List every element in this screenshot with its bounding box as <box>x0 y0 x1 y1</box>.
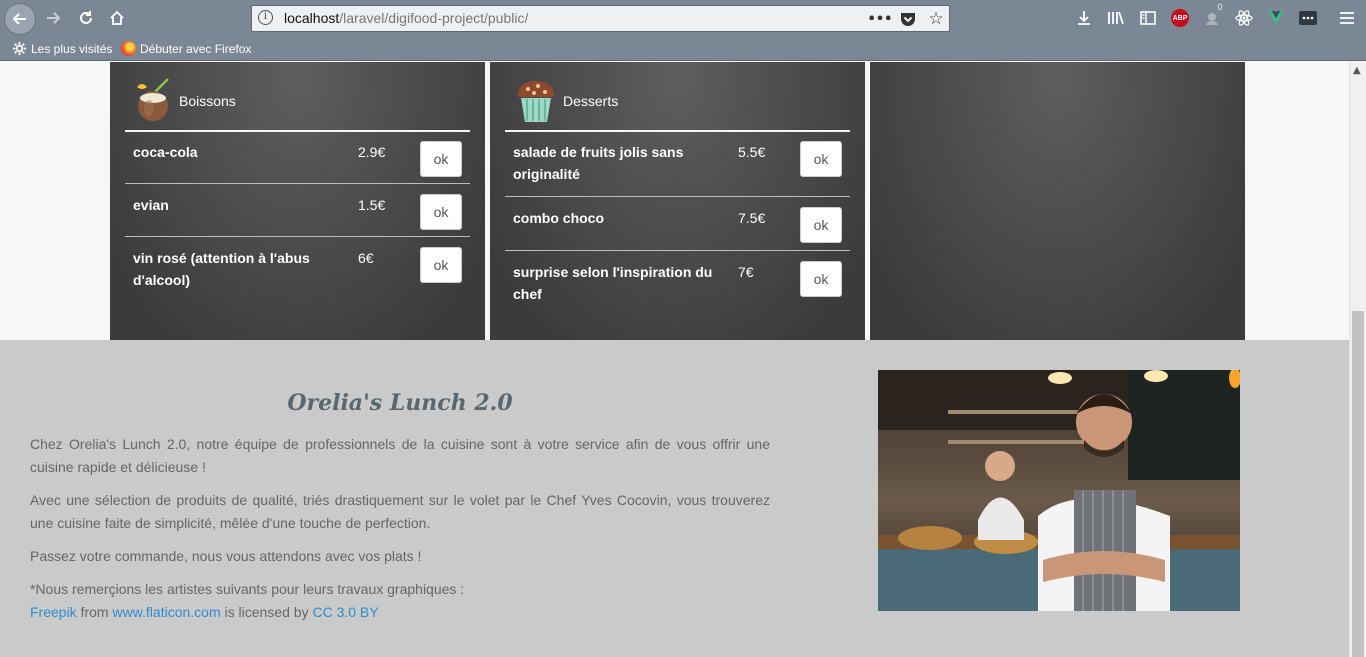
menu-item: salade de fruits jolis sans originalité … <box>505 131 850 197</box>
selection-paragraph: Avec une sélection de produits de qualit… <box>30 492 770 531</box>
menu-item: coca-cola 2.9€ ok <box>125 131 470 184</box>
url-bar[interactable]: i localhost/laravel/digifood-project/pub… <box>251 5 950 32</box>
back-button[interactable] <box>4 3 36 35</box>
add-to-order-button[interactable]: ok <box>800 141 842 177</box>
url-path: /laravel/digifood-project/public/ <box>339 10 529 26</box>
url-host: localhost <box>284 10 340 26</box>
coconut-drink-icon <box>137 78 169 121</box>
menu-item: combo choco 7.5€ ok <box>505 197 850 251</box>
item-price: 7€ <box>738 264 754 280</box>
adblock-icon[interactable]: ABP <box>1171 9 1189 27</box>
panel-header: Desserts <box>515 77 618 125</box>
footer: Orelia's Lunch 2.0 Chez Orelia's Lunch 2… <box>0 340 1349 657</box>
credit-licensed: is licensed by <box>220 604 313 620</box>
credits: *Nous remerçions les artistes suivants p… <box>30 578 630 624</box>
panel-title: Desserts <box>563 93 619 109</box>
item-name: combo choco <box>513 210 605 226</box>
add-to-order-button[interactable]: ok <box>420 247 462 283</box>
arrow-right-icon <box>47 12 61 24</box>
home-button[interactable] <box>102 4 132 32</box>
add-to-order-button[interactable]: ok <box>800 261 842 297</box>
add-to-order-button[interactable]: ok <box>420 194 462 230</box>
bookmarks-toolbar: Les plus visités Débuter avec Firefox <box>0 36 1366 61</box>
credit-from: from <box>76 604 113 620</box>
item-price: 2.9€ <box>358 144 386 160</box>
library-icon[interactable] <box>1104 6 1128 30</box>
sidebar-icon[interactable] <box>1136 6 1160 30</box>
bookmark-label: Débuter avec Firefox <box>140 41 252 56</box>
intro-paragraph: Chez Orelia's Lunch 2.0, notre équipe de… <box>30 436 770 475</box>
bookmark-label: Les plus visités <box>31 41 113 56</box>
info-icon[interactable]: i <box>258 10 273 25</box>
credit-line: Freepik from www.flaticon.com is license… <box>30 601 630 624</box>
item-price: 6€ <box>358 250 374 266</box>
hamburger-menu-icon[interactable] <box>1335 6 1359 30</box>
panel-header: Boissons <box>135 77 236 125</box>
scroll-up-icon[interactable]: ▲ <box>1353 65 1361 76</box>
scroll-thumb[interactable] <box>1352 311 1364 657</box>
extension-icon[interactable]: 0 <box>1200 3 1224 30</box>
home-icon <box>110 10 124 25</box>
downloads-icon[interactable] <box>1072 6 1096 30</box>
menu-item: vin rosé (attention à l'abus d'alcool) 6… <box>125 237 470 303</box>
bookmark-most-visited[interactable]: Les plus visités <box>12 41 112 56</box>
more-tools-icon[interactable] <box>1296 6 1320 30</box>
panel-title: Boissons <box>179 93 236 109</box>
credit-intro: *Nous remerçions les artistes suivants p… <box>30 581 465 597</box>
forward-button[interactable] <box>38 4 68 32</box>
item-name: vin rosé (attention à l'abus d'alcool) <box>133 250 310 288</box>
react-devtools-icon[interactable] <box>1232 6 1256 30</box>
add-to-order-button[interactable]: ok <box>800 207 842 243</box>
freepik-link[interactable]: Freepik <box>30 604 77 620</box>
reload-button[interactable] <box>71 4 101 32</box>
menu-item: surprise selon l'inspiration du chef 7€ … <box>505 251 850 317</box>
menu-panel-empty <box>870 62 1245 340</box>
item-name: evian <box>133 197 169 213</box>
bookmark-getting-started[interactable]: Débuter avec Firefox <box>121 41 251 56</box>
add-to-order-button[interactable]: ok <box>420 141 462 177</box>
brand-title: Orelia's Lunch 2.0 <box>287 390 513 416</box>
item-name: salade de fruits jolis sans originalité <box>513 144 684 182</box>
reload-icon <box>80 11 92 24</box>
vue-devtools-icon[interactable] <box>1264 6 1288 30</box>
menu-item: evian 1.5€ ok <box>125 184 470 237</box>
menu-panel-boissons: Boissons coca-cola 2.9€ ok evian 1.5€ ok… <box>110 62 485 340</box>
item-price: 1.5€ <box>358 197 386 213</box>
license-link[interactable]: CC 3.0 BY <box>312 604 378 620</box>
arrow-left-icon <box>12 13 26 25</box>
item-price: 5.5€ <box>738 144 766 160</box>
flaticon-link[interactable]: www.flaticon.com <box>112 604 220 620</box>
item-price: 7.5€ <box>738 210 766 226</box>
order-paragraph: Passez votre commande, nous vous attendo… <box>30 548 422 564</box>
pocket-icon[interactable] <box>898 9 918 29</box>
item-name: surprise selon l'inspiration du chef <box>513 264 713 302</box>
browser-toolbar: i localhost/laravel/digifood-project/pub… <box>0 0 1366 36</box>
page-actions-icon[interactable]: ••• <box>868 9 893 29</box>
muffin-icon <box>518 81 554 122</box>
gear-icon <box>12 41 27 56</box>
menu-panel-desserts: Desserts salade de fruits jolis sans ori… <box>490 62 865 340</box>
url-text[interactable]: localhost/laravel/digifood-project/publi… <box>284 10 528 26</box>
item-name: coca-cola <box>133 144 198 160</box>
staff-photo <box>878 370 1240 611</box>
firefox-icon <box>121 41 136 56</box>
extension-badge: 0 <box>1217 3 1223 13</box>
scrollbar[interactable]: ▲ <box>1349 62 1366 657</box>
bookmark-star-icon[interactable]: ☆ <box>926 9 946 29</box>
